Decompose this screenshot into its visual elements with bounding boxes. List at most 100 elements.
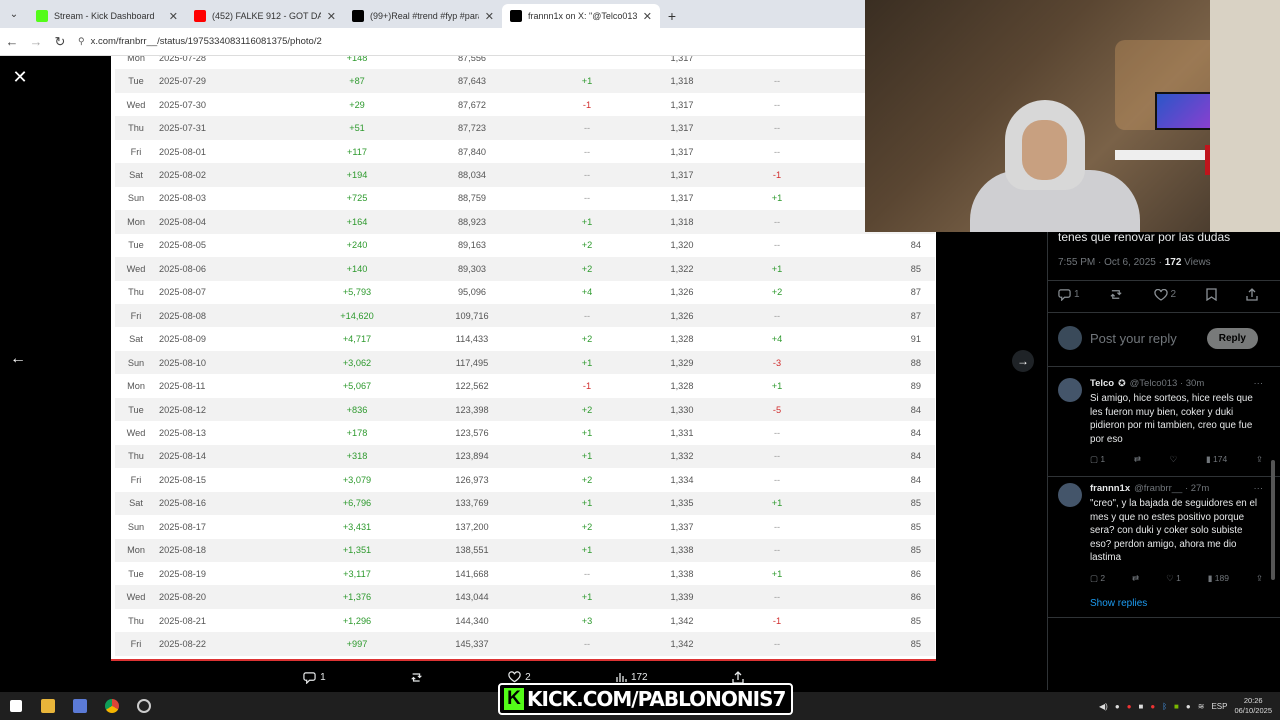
language-indicator[interactable]: ESP	[1211, 702, 1227, 711]
reply-like-button[interactable]: ♡	[1170, 454, 1178, 465]
more-icon[interactable]: ···	[1254, 378, 1264, 389]
reply-views-button[interactable]: ▮ 189	[1208, 573, 1229, 584]
cell-posts-total: 84	[837, 444, 935, 469]
more-icon[interactable]: ···	[1254, 483, 1264, 494]
site-info-icon[interactable]: ⚲	[78, 36, 85, 47]
reply-input[interactable]: Post your reply	[1090, 331, 1199, 346]
tab-search-icon[interactable]: ⌄	[0, 0, 28, 28]
avatar[interactable]	[1058, 326, 1082, 350]
browser-tab[interactable]: (452) FALKE 912 - GOT DAMN ✕	[186, 4, 344, 28]
cell-following-change: +2	[581, 240, 593, 251]
tweet-share-button[interactable]	[1246, 288, 1258, 301]
cell-posts-change: --	[773, 146, 781, 157]
close-tab-icon[interactable]: ✕	[485, 10, 494, 23]
cell-following-total: 1,338	[647, 538, 717, 562]
reply-author-name[interactable]: frannn1x	[1090, 483, 1130, 494]
browser-tab[interactable]: (99+)Real #trend #fyp #parati ✕	[344, 4, 502, 28]
table-row: Thu2025-07-31+5187,723--1,317--84	[115, 116, 935, 140]
reply-item[interactable]: frannn1x @franbrr__ · 27m ··· "creo", y …	[1058, 483, 1263, 584]
reply-item[interactable]: Telco ✪ @Telco013 · 30m ··· Si amigo, hi…	[1058, 378, 1263, 465]
cell-posts-change: +1	[771, 381, 783, 392]
cell-date: 2025-08-22	[157, 632, 297, 656]
reply-repost-button[interactable]: ⇄	[1132, 573, 1139, 584]
bluetooth-icon[interactable]: ᛒ	[1162, 702, 1167, 711]
show-replies-link[interactable]: Show replies	[1090, 598, 1147, 609]
cell-following-total: 1,328	[670, 334, 694, 345]
cell-date: 2025-07-31	[157, 116, 297, 140]
reply-actions: ▢ 1 ⇄ ♡ ▮ 174 ⇪	[1090, 454, 1263, 465]
repost-action[interactable]	[410, 671, 424, 684]
share-action[interactable]	[732, 670, 744, 684]
views-action[interactable]: 172	[615, 671, 648, 683]
reply-reply-button[interactable]: ▢ 2	[1090, 573, 1105, 584]
tweet-like-button[interactable]: 2	[1153, 288, 1176, 301]
avatar[interactable]	[1058, 378, 1082, 402]
file-explorer-icon[interactable]	[32, 692, 64, 720]
reply-share-button[interactable]: ⇪	[1256, 454, 1263, 465]
like-action[interactable]: 2	[508, 671, 531, 683]
reply-handle[interactable]: @Telco013 · 30m	[1130, 378, 1205, 389]
tweet-views-count: 172	[1164, 257, 1182, 268]
table-row: Tue2025-07-29+8787,643+11,318--84	[115, 69, 935, 93]
reply-share-button[interactable]: ⇪	[1256, 573, 1263, 584]
reply-reply-count: 2	[1100, 572, 1106, 583]
cell-posts-total: 84	[910, 474, 921, 485]
reply-like-button[interactable]: ♡ 1	[1166, 573, 1181, 584]
windows-start-icon[interactable]	[0, 692, 32, 720]
youtube-icon	[194, 10, 206, 22]
forward-icon[interactable]: →	[24, 34, 48, 49]
table-row: Tue 2025-08-05 +240 89,163 +2 1,320 -- 84	[115, 234, 935, 257]
tweet-reply-button[interactable]: 1	[1058, 288, 1080, 301]
close-tab-icon[interactable]: ✕	[643, 10, 652, 23]
steam-icon[interactable]: ●	[1115, 702, 1120, 711]
avatar[interactable]	[1058, 483, 1082, 507]
clock[interactable]: 20:26 06/10/2025	[1234, 696, 1272, 716]
browser-tab[interactable]: frannn1x on X: "@Telco013 @... ✕	[502, 4, 660, 28]
cell-following-change: +2	[581, 474, 593, 485]
tweet-bookmark-button[interactable]	[1205, 288, 1217, 301]
cell-followers-change: +5,067	[342, 381, 372, 392]
chrome-icon[interactable]	[96, 692, 128, 720]
tray-app-icon[interactable]: ●	[1150, 702, 1155, 711]
tray-app-icon[interactable]: ■	[1139, 702, 1144, 711]
scrollbar[interactable]	[1271, 460, 1275, 580]
kick-logo-icon: K	[504, 688, 524, 710]
back-icon[interactable]: ←	[0, 34, 24, 49]
reply-button[interactable]: Reply	[1206, 327, 1258, 349]
cell-date: 2025-08-09	[159, 334, 206, 345]
tweet-time[interactable]: 7:55 PM · Oct 6, 2025 ·	[1058, 257, 1165, 268]
tweet-repost-button[interactable]	[1109, 288, 1124, 301]
obs-icon[interactable]	[128, 692, 160, 720]
cell-posts-change: --	[773, 240, 781, 251]
app-icon[interactable]	[64, 692, 96, 720]
browser-tab[interactable]: Stream - Kick Dashboard ✕	[28, 4, 186, 28]
cell-followers-change: +178	[346, 427, 368, 438]
url-field[interactable]: ⚲ x.com/franbrr__/status/197533408311608…	[78, 31, 855, 53]
reply-handle[interactable]: @franbrr__ · 27m	[1134, 483, 1209, 494]
cell-day: Fri	[115, 632, 157, 656]
tray-app-icon[interactable]: ●	[1127, 702, 1132, 711]
previous-photo-icon[interactable]: ←	[10, 350, 26, 368]
reply-repost-button[interactable]: ⇄	[1134, 454, 1141, 465]
cell-following-total: 1,317	[670, 193, 694, 204]
next-photo-icon[interactable]: →	[1012, 350, 1034, 372]
reply-action[interactable]: 1	[303, 671, 326, 684]
nvidia-icon[interactable]: ■	[1174, 702, 1179, 711]
reply-reply-button[interactable]: ▢ 1	[1090, 454, 1105, 465]
reload-icon[interactable]: ↻	[48, 34, 72, 50]
close-tab-icon[interactable]: ✕	[169, 10, 178, 23]
cell-date: 2025-08-01	[159, 146, 206, 157]
heart-icon	[508, 671, 521, 683]
close-icon[interactable]: ✕	[11, 68, 29, 86]
close-tab-icon[interactable]: ✕	[327, 10, 336, 23]
reply-views-button[interactable]: ▮ 174	[1206, 454, 1227, 465]
new-tab-button[interactable]: +	[660, 4, 684, 28]
reply-author-name[interactable]: Telco	[1090, 378, 1114, 389]
wifi-icon[interactable]: ≋	[1198, 702, 1205, 711]
cell-day: Mon	[127, 56, 145, 63]
volume-icon[interactable]: ◀)	[1099, 702, 1108, 711]
cell-following-total: 1,322	[647, 257, 717, 281]
kick-icon	[36, 10, 48, 22]
tray-app-icon[interactable]: ●	[1186, 702, 1191, 711]
cell-followers-change: +318	[297, 444, 417, 469]
